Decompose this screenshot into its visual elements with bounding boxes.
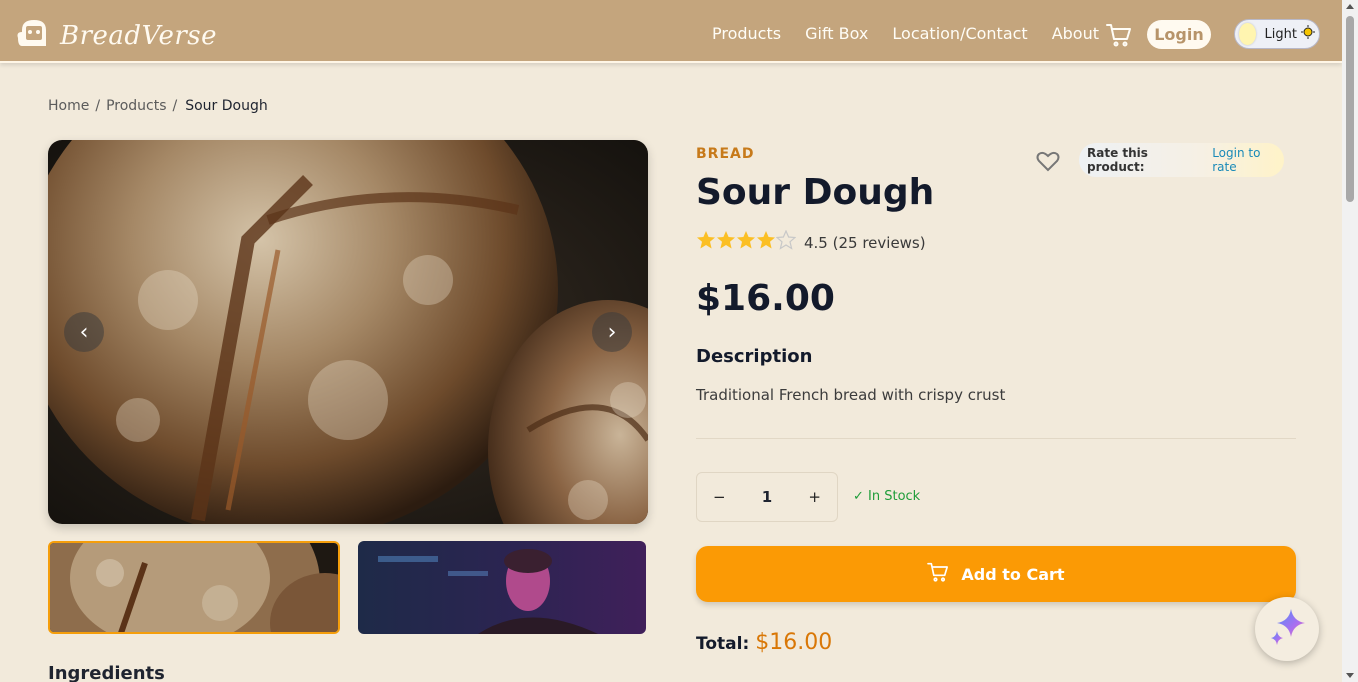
thumbnail-sourdough[interactable]: [48, 541, 340, 634]
scroll-down-arrow[interactable]: [1346, 673, 1354, 678]
total-price: Total: $16.00: [696, 630, 832, 655]
cart-icon[interactable]: [1106, 23, 1132, 52]
stock-status: ✓ In Stock: [853, 489, 921, 504]
rate-product-box: Rate this product: Login to rate: [1079, 143, 1284, 177]
breadcrumb-current: Sour Dough: [185, 98, 268, 114]
nav-gift-box[interactable]: Gift Box: [805, 24, 868, 43]
page-scrollbar[interactable]: [1342, 0, 1358, 682]
theme-label: Light: [1264, 26, 1297, 42]
login-to-rate-link[interactable]: Login to rate: [1212, 146, 1284, 174]
toggle-knob: [1239, 23, 1256, 45]
product-title: Sour Dough: [696, 172, 935, 213]
carousel-prev-button[interactable]: ‹: [64, 312, 104, 352]
breadcrumb-products[interactable]: Products: [106, 98, 166, 114]
logo[interactable]: BreadVerse: [16, 16, 217, 55]
total-label: Total:: [696, 634, 750, 654]
theme-toggle[interactable]: Light: [1234, 19, 1320, 49]
star-icon: [696, 230, 716, 255]
star-icon: [716, 230, 736, 255]
breadcrumb-separator: /: [172, 98, 178, 114]
add-to-cart-button[interactable]: Add to Cart: [696, 546, 1296, 602]
add-to-cart-label: Add to Cart: [961, 564, 1065, 584]
product-price: $16.00: [696, 278, 835, 319]
bread-logo-icon: [16, 16, 52, 55]
ingredients-heading: Ingredients: [48, 663, 165, 682]
quantity-decrease-button[interactable]: −: [713, 488, 726, 506]
chevron-right-icon: ›: [607, 319, 617, 345]
rate-label: Rate this product:: [1087, 146, 1148, 174]
quantity-stepper: − 1 +: [696, 472, 838, 522]
scroll-thumb[interactable]: [1346, 16, 1354, 202]
nav-about[interactable]: About: [1052, 24, 1099, 43]
breadcrumb-separator: /: [95, 98, 101, 114]
thumbnail-alt-image[interactable]: [358, 541, 646, 634]
quantity-increase-button[interactable]: +: [808, 488, 821, 506]
star-icon: [736, 230, 756, 255]
nav-products[interactable]: Products: [712, 24, 781, 43]
cart-icon: [927, 562, 949, 586]
description-heading: Description: [696, 346, 813, 367]
ai-assistant-button[interactable]: [1255, 597, 1319, 661]
breadcrumb: Home / Products / Sour Dough: [48, 98, 268, 114]
carousel-next-button[interactable]: ›: [592, 312, 632, 352]
main-nav: Products Gift Box Location/Contact About: [712, 24, 1123, 43]
sun-icon: [1301, 24, 1315, 44]
scroll-up-arrow[interactable]: [1346, 4, 1354, 9]
site-header: BreadVerse Products Gift Box Location/Co…: [0, 0, 1342, 63]
rating-text: 4.5 (25 reviews): [804, 233, 926, 252]
heart-icon[interactable]: [1036, 150, 1060, 177]
logo-text: BreadVerse: [60, 20, 218, 51]
divider: [696, 438, 1296, 439]
quantity-value[interactable]: 1: [762, 488, 772, 506]
login-button[interactable]: Login: [1147, 20, 1211, 49]
breadcrumb-home[interactable]: Home: [48, 98, 89, 114]
total-value: $16.00: [755, 630, 833, 655]
description-text: Traditional French bread with crispy cru…: [696, 386, 1006, 404]
star-rating: 4.5 (25 reviews): [696, 229, 926, 255]
chevron-left-icon: ‹: [79, 319, 89, 345]
product-main-image: [48, 140, 648, 524]
sparkle-icon: [1265, 605, 1309, 654]
nav-location-contact[interactable]: Location/Contact: [892, 24, 1027, 43]
star-icon: [756, 230, 776, 255]
product-category: BREAD: [696, 146, 755, 162]
star-empty-icon: [775, 229, 797, 255]
